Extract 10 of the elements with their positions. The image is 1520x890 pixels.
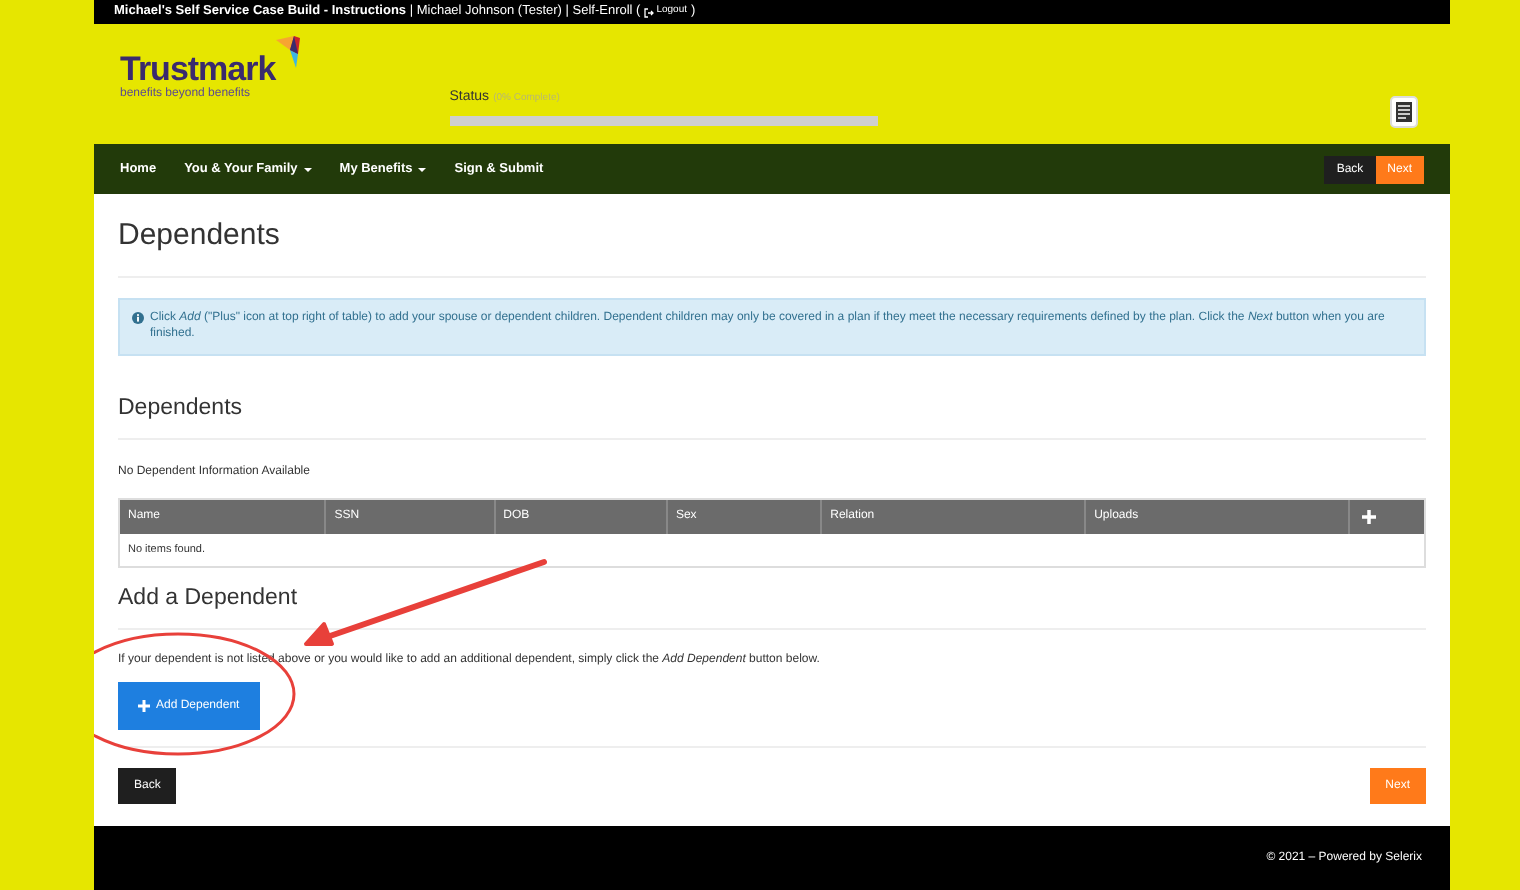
section-title: Add a Dependent — [118, 584, 300, 615]
logo-mark-icon — [275, 36, 300, 68]
logo-wordmark: Trustmark — [120, 52, 300, 86]
info-icon — [132, 311, 144, 323]
plus-icon — [138, 700, 150, 713]
page-title: Dependents — [118, 216, 282, 256]
plus-icon — [1362, 510, 1377, 525]
document-icon[interactable] — [1390, 96, 1418, 128]
logout-icon — [644, 7, 655, 17]
section-title: Dependents — [118, 393, 245, 424]
